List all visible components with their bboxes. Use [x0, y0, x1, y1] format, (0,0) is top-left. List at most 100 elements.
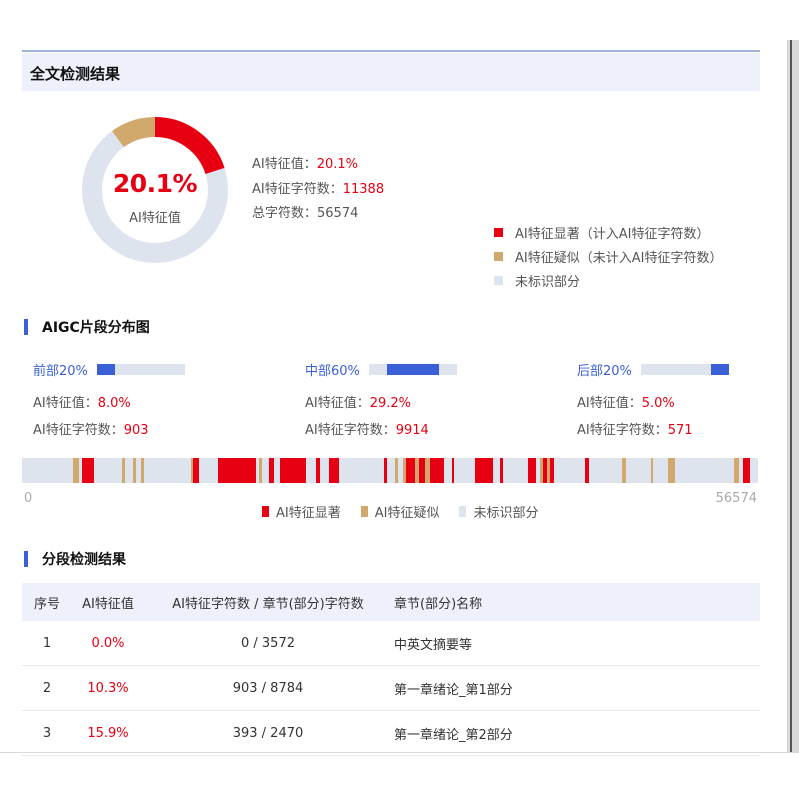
ai-value-stat: AI特征值：20.1% — [252, 153, 358, 172]
table-row[interactable]: 1 0.0% 0 / 3572 中英文摘要等 — [22, 621, 760, 666]
aigc-distribution-bar[interactable] — [22, 458, 758, 483]
part-middle-fill — [386, 363, 440, 375]
part-front-fill — [97, 363, 115, 375]
part-middle: 中部60% AI特征值：29.2% AI特征字符数：9914 — [305, 360, 457, 438]
significant-segment[interactable] — [316, 458, 321, 483]
part-front-value-label: AI特征值： — [33, 396, 98, 411]
significant-segment[interactable] — [406, 458, 416, 483]
row-index: 3 — [42, 725, 52, 741]
title-accent-mark — [24, 551, 28, 567]
suspected-segment[interactable] — [395, 458, 399, 483]
significant-segment[interactable] — [81, 458, 95, 483]
segment-results-title-text: 分段检测结果 — [42, 552, 126, 568]
ai-chars-label: AI特征字符数： — [252, 182, 343, 197]
legend-label-suspected: AI特征疑似（未计入AI特征字符数） — [515, 251, 723, 266]
distribution-title: AIGC片段分布图 — [24, 317, 150, 337]
total-chars: 56574 — [317, 206, 359, 221]
suspected-segment[interactable] — [72, 458, 79, 483]
part-front: 前部20% AI特征值：8.0% AI特征字符数：903 — [33, 360, 185, 438]
part-middle-chars: 9914 — [395, 423, 429, 438]
significant-segment[interactable] — [479, 458, 494, 483]
suspected-segment[interactable] — [122, 458, 126, 483]
row-chars: 393 / 2470 — [232, 725, 304, 741]
row-index: 1 — [42, 635, 52, 651]
dist-legend-label-suspected: AI特征疑似 — [374, 506, 440, 521]
suspected-segment[interactable] — [258, 458, 262, 483]
dist-legend-swatch-unmarked — [459, 506, 467, 517]
table-row[interactable]: 2 10.3% 903 / 8784 第一章绪论_第1部分 — [22, 666, 760, 711]
dist-legend-suspected: AI特征疑似 — [360, 502, 440, 521]
significant-segment[interactable] — [418, 458, 426, 483]
significant-segment[interactable] — [585, 458, 589, 483]
suspected-segment[interactable] — [133, 458, 137, 483]
part-back-name: 后部20% — [577, 363, 632, 379]
significant-segment[interactable] — [269, 458, 274, 483]
part-middle-value-label: AI特征值： — [305, 396, 370, 411]
header-index: 序号 — [33, 596, 60, 612]
significant-segment[interactable] — [743, 458, 750, 483]
vertical-scrollbar[interactable] — [787, 40, 799, 752]
significant-segment[interactable] — [550, 458, 555, 483]
axis-start-label: 0 — [24, 491, 33, 506]
header-section-name: 章节(部分)名称 — [394, 596, 483, 612]
ai-chars-stat: AI特征字符数：11388 — [252, 178, 384, 197]
part-middle-track — [369, 363, 457, 375]
significant-segment[interactable] — [499, 458, 504, 483]
ai-chars: 11388 — [342, 182, 385, 197]
segment-results-table: 序号 AI特征值 AI特征字符数 / 章节(部分)字符数 章节(部分)名称 1 … — [22, 583, 760, 756]
part-back-chars-label: AI特征字符数： — [577, 423, 668, 438]
segment-results-title: 分段检测结果 — [24, 549, 126, 569]
part-back-track — [641, 363, 729, 375]
table-header: 序号 AI特征值 AI特征字符数 / 章节(部分)字符数 章节(部分)名称 — [22, 583, 760, 621]
significant-segment[interactable] — [193, 458, 199, 483]
part-back: 后部20% AI特征值：5.0% AI特征字符数：571 — [577, 360, 729, 438]
row-ai-value: 15.9% — [87, 725, 129, 741]
ai-donut-chart: 20.1% AI特征值 — [82, 117, 228, 263]
part-back-chars: 571 — [667, 423, 693, 438]
part-middle-chars-label: AI特征字符数： — [305, 423, 396, 438]
dist-legend-label-unmarked: 未标识部分 — [473, 506, 539, 521]
donut-significant-arc — [154, 117, 225, 175]
legend-label-significant: AI特征显著（计入AI特征字符数） — [515, 227, 710, 242]
row-index: 2 — [42, 680, 52, 696]
legend-label-unmarked: 未标识部分 — [515, 275, 581, 290]
donut-caption: AI特征值 — [129, 211, 181, 226]
row-ai-value: 10.3% — [87, 680, 129, 696]
section-title: 全文检测结果 — [30, 65, 121, 83]
part-front-track — [97, 363, 185, 375]
total-chars-label: 总字符数： — [252, 206, 318, 221]
dist-legend-significant: AI特征显著 — [262, 502, 341, 521]
suspected-segment[interactable] — [650, 458, 654, 483]
significant-segment[interactable] — [429, 458, 445, 483]
suspected-segment[interactable] — [621, 458, 626, 483]
dist-legend-unmarked: 未标识部分 — [459, 502, 538, 521]
row-chars: 903 / 8784 — [232, 680, 304, 696]
significant-segment[interactable] — [328, 458, 340, 483]
distribution-title-text: AIGC片段分布图 — [42, 320, 150, 336]
significant-segment[interactable] — [384, 458, 388, 483]
part-front-name: 前部20% — [33, 363, 88, 379]
significant-segment[interactable] — [451, 458, 455, 483]
row-section-name: 第一章绪论_第1部分 — [394, 682, 513, 698]
part-back-value-label: AI特征值： — [577, 396, 642, 411]
legend-swatch-unmarked — [494, 276, 503, 285]
row-ai-value: 0.0% — [91, 635, 125, 651]
significant-segment[interactable] — [279, 458, 307, 483]
ai-value: 20.1% — [316, 157, 359, 172]
part-back-fill — [711, 363, 729, 375]
significant-segment[interactable] — [528, 458, 536, 483]
suspected-segment[interactable] — [141, 458, 145, 483]
legend-swatch-suspected — [494, 252, 503, 261]
part-back-value: 5.0% — [641, 396, 675, 411]
row-section-name: 第一章绪论_第2部分 — [394, 727, 513, 743]
part-front-chars-label: AI特征字符数： — [33, 423, 124, 438]
table-row[interactable]: 3 15.9% 393 / 2470 第一章绪论_第2部分 — [22, 711, 760, 756]
total-chars-stat: 总字符数：56574 — [252, 202, 358, 221]
suspected-segment[interactable] — [733, 458, 739, 483]
significant-segment[interactable] — [217, 458, 257, 483]
scrollbar-track-line — [790, 40, 792, 752]
title-accent-mark — [24, 319, 28, 335]
suspected-segment[interactable] — [668, 458, 675, 483]
top-divider — [22, 50, 760, 52]
row-section-name: 中英文摘要等 — [394, 637, 473, 653]
